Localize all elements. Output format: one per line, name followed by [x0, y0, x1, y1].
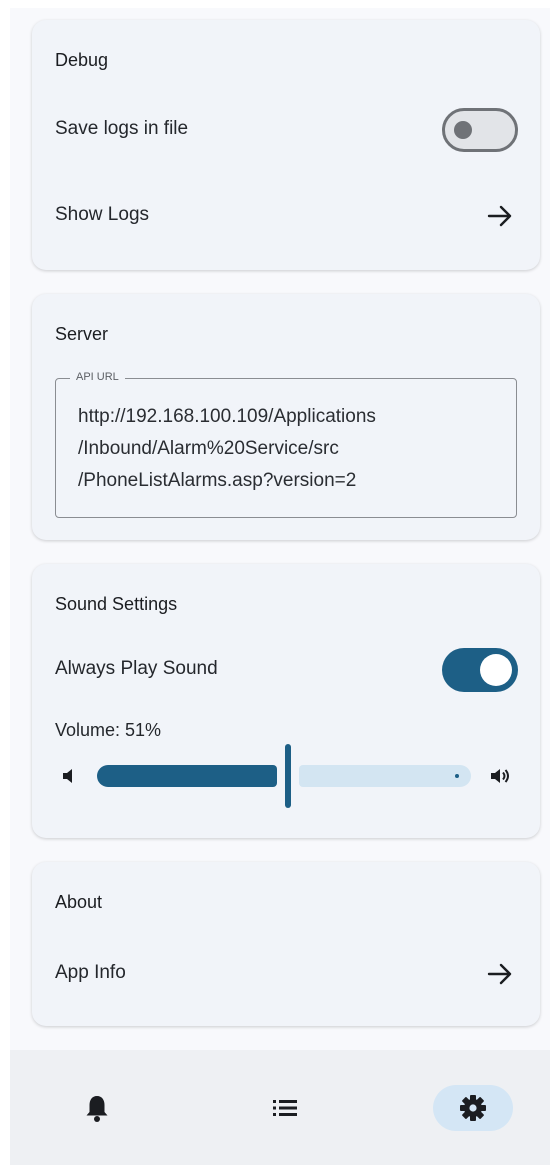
volume-handle[interactable] [285, 744, 291, 808]
always-play-label: Always Play Sound [55, 658, 218, 679]
server-card: Server API URL http://192.168.100.109/Ap… [32, 294, 540, 540]
bottom-navigation [10, 1050, 550, 1165]
nav-alarms[interactable] [57, 1085, 137, 1131]
volume-slider[interactable] [55, 744, 517, 808]
gear-icon [460, 1095, 486, 1121]
always-play-row[interactable]: Always Play Sound [32, 642, 540, 698]
server-title: Server [55, 324, 109, 344]
app-info-row[interactable]: App Info [32, 946, 540, 1002]
save-logs-row[interactable]: Save logs in file [32, 98, 540, 162]
api-url-label: API URL [70, 371, 125, 383]
sound-settings-card: Sound Settings Always Play Sound Volume:… [32, 564, 540, 838]
arrow-right-icon[interactable] [486, 962, 514, 986]
nav-settings[interactable] [433, 1085, 513, 1131]
api-url-field[interactable]: API URL http://192.168.100.109/Applicati… [55, 371, 517, 518]
list-icon [273, 1100, 297, 1116]
sound-settings-title: Sound Settings [55, 594, 178, 614]
debug-card: Debug Save logs in file Show Logs [32, 20, 540, 270]
volume-track-active[interactable] [97, 765, 277, 787]
show-logs-row[interactable]: Show Logs [32, 188, 540, 244]
show-logs-label: Show Logs [55, 204, 150, 225]
api-url-value[interactable]: http://192.168.100.109/Applications /Inb… [78, 401, 508, 497]
volume-low-icon [63, 769, 72, 783]
volume-track-inactive[interactable] [299, 765, 471, 787]
nav-list[interactable] [245, 1085, 325, 1131]
app-info-label: App Info [55, 962, 126, 983]
settings-screen: Debug Save logs in file Show Logs Server… [10, 8, 550, 1165]
arrow-right-icon[interactable] [486, 204, 514, 228]
volume-track-end-dot [455, 774, 459, 778]
save-logs-label: Save logs in file [55, 118, 189, 139]
about-title: About [55, 892, 103, 912]
toggle-thumb [480, 654, 512, 686]
bell-icon [86, 1096, 108, 1122]
volume-label: Volume: 51% [55, 720, 162, 740]
always-play-toggle[interactable] [442, 648, 518, 692]
about-card: About App Info [32, 862, 540, 1026]
debug-title: Debug [55, 50, 109, 70]
save-logs-toggle[interactable] [442, 108, 518, 152]
volume-high-icon [491, 769, 509, 783]
toggle-thumb [454, 121, 472, 139]
